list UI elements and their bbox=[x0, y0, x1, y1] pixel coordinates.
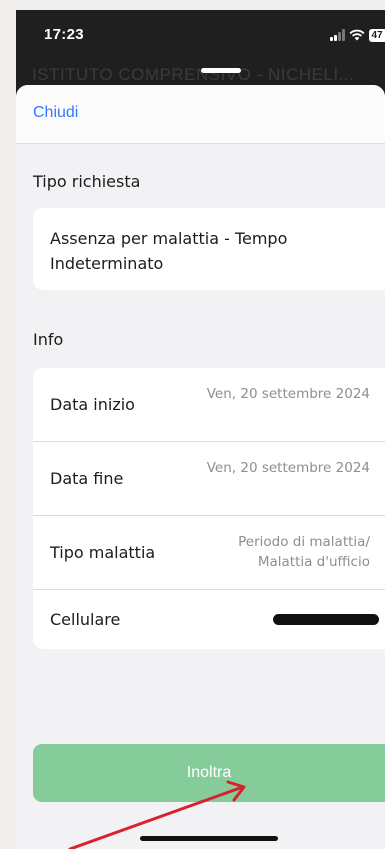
status-bar: 17:23 47 bbox=[16, 10, 385, 60]
request-sheet: Chiudi Tipo richiesta Assenza per malatt… bbox=[16, 85, 385, 849]
info-row-value: Ven, 20 settembre 2024 bbox=[206, 460, 370, 476]
info-card: Data inizio Ven, 20 settembre 2024 Data … bbox=[33, 368, 385, 649]
wifi-icon bbox=[349, 29, 365, 41]
sheet-grabber[interactable] bbox=[201, 68, 241, 73]
signal-icon bbox=[330, 29, 345, 41]
status-time: 17:23 bbox=[44, 26, 84, 43]
sheet-navbar: Chiudi bbox=[16, 85, 385, 144]
redacted-phone-number bbox=[273, 614, 379, 625]
info-row-label: Tipo malattia bbox=[50, 543, 156, 562]
info-row-label: Cellulare bbox=[50, 610, 121, 629]
info-row-value: Ven, 20 settembre 2024 bbox=[206, 386, 370, 402]
request-type-value: Assenza per malattia - Tempo Indetermina… bbox=[50, 229, 288, 273]
info-row-phone: Cellulare bbox=[33, 590, 385, 649]
status-icons: 47 bbox=[330, 26, 385, 44]
info-row-label: Data fine bbox=[50, 469, 124, 488]
info-row-label: Data inizio bbox=[50, 395, 135, 414]
request-type-card: Assenza per malattia - Tempo Indetermina… bbox=[33, 208, 385, 290]
info-row-value: Periodo di malattia/ Malattia d'ufficio bbox=[238, 534, 370, 570]
info-row-end-date: Data fine Ven, 20 settembre 2024 bbox=[33, 442, 385, 516]
home-indicator bbox=[140, 836, 278, 841]
info-row-start-date: Data inizio Ven, 20 settembre 2024 bbox=[33, 368, 385, 442]
info-row-illness-type: Tipo malattia Periodo di malattia/ Malat… bbox=[33, 516, 385, 590]
close-button[interactable]: Chiudi bbox=[33, 104, 78, 122]
battery-icon: 47 bbox=[369, 28, 385, 42]
phone-screen: 17:23 47 ISTITUTO COMPRENSIVO - NICHELI.… bbox=[16, 10, 385, 849]
info-title: Info bbox=[33, 330, 64, 349]
submit-button[interactable]: Inoltra bbox=[33, 744, 385, 802]
request-type-title: Tipo richiesta bbox=[33, 172, 141, 191]
